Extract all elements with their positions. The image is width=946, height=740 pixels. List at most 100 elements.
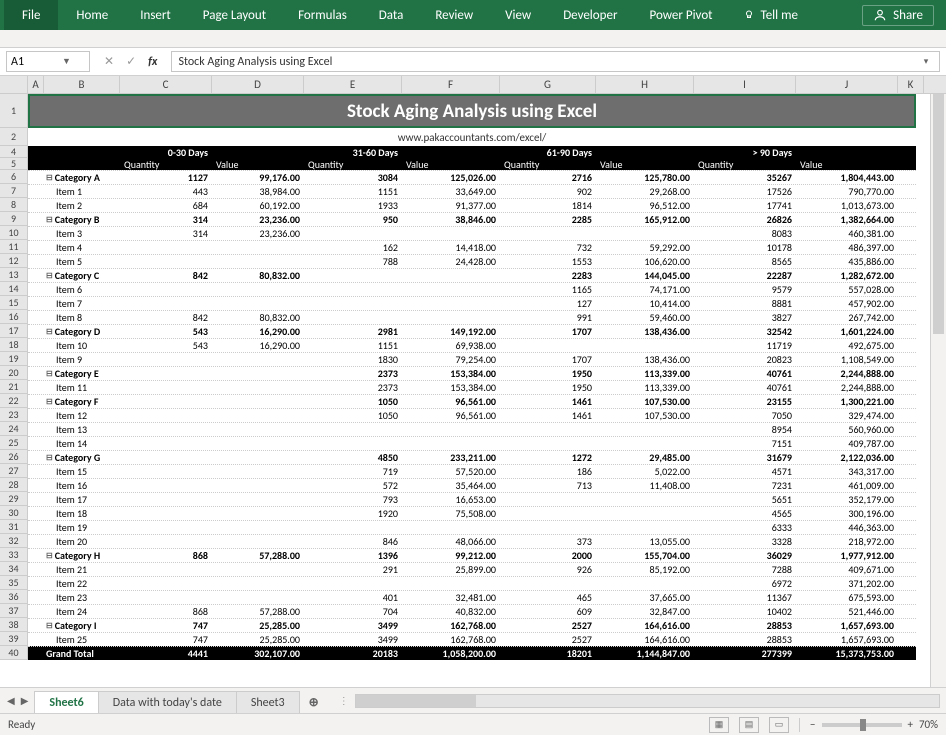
pivot-item-row[interactable]: Item 416214,418.0073259,292.0010178486,3… <box>28 240 916 254</box>
row-header[interactable]: 21 <box>0 380 28 394</box>
name-box[interactable]: A1 ▼ <box>6 51 90 72</box>
pivot-item-row[interactable]: Item 2129125,899.0092685,192.007288409,6… <box>28 562 916 576</box>
zoom-in-button[interactable]: + <box>908 718 913 731</box>
cells-area[interactable]: Stock Aging Analysis using Excel www.pak… <box>28 94 946 687</box>
row-header[interactable]: 28 <box>0 478 28 492</box>
row-header[interactable]: 5 <box>0 158 28 170</box>
zoom-out-button[interactable]: − <box>810 718 815 731</box>
select-all-corner[interactable] <box>0 76 28 93</box>
ribbon-tab-review[interactable]: Review <box>419 0 489 30</box>
row-header[interactable]: 40 <box>0 646 28 660</box>
row-header[interactable]: 16 <box>0 310 28 324</box>
col-header-H[interactable]: H <box>596 76 694 93</box>
row-header[interactable]: 38 <box>0 618 28 632</box>
row-header[interactable]: 22 <box>0 394 28 408</box>
row-header[interactable]: 23 <box>0 408 28 422</box>
row-header[interactable]: 12 <box>0 254 28 268</box>
vertical-scrollbar[interactable] <box>930 94 946 687</box>
col-header-G[interactable]: G <box>500 76 596 93</box>
view-page-break-button[interactable]: ▭ <box>769 717 789 733</box>
pivot-item-row[interactable]: Item 2084648,066.0037313,055.003328218,9… <box>28 534 916 548</box>
ribbon-tab-view[interactable]: View <box>489 0 547 30</box>
sheet-tab-add[interactable]: ⊕ <box>299 691 329 713</box>
col-header-F[interactable]: F <box>402 76 500 93</box>
pivot-item-row[interactable]: Item 6116574,171.009579557,028.00 <box>28 282 916 296</box>
view-normal-button[interactable]: ▦ <box>709 717 729 733</box>
pivot-category-row[interactable]: Category A112799,176.003084125,026.00271… <box>28 170 916 184</box>
scrollbar-thumb[interactable] <box>933 94 944 334</box>
row-header[interactable]: 30 <box>0 506 28 520</box>
col-header-C[interactable]: C <box>120 76 212 93</box>
pivot-item-row[interactable]: Item 147151409,787.00 <box>28 436 916 450</box>
row-header[interactable]: 25 <box>0 436 28 450</box>
row-header[interactable]: 36 <box>0 590 28 604</box>
pivot-item-row[interactable]: Item 9183079,254.001707138,436.00208231,… <box>28 352 916 366</box>
sheet-tab[interactable]: Data with today's date <box>98 691 237 713</box>
ribbon-tab-formulas[interactable]: Formulas <box>282 0 363 30</box>
col-header-B[interactable]: B <box>44 76 120 93</box>
pivot-item-row[interactable]: Item 12105096,561.001461107,530.00705032… <box>28 408 916 422</box>
pivot-item-row[interactable]: Item 196333446,363.00 <box>28 520 916 534</box>
col-header-J[interactable]: J <box>796 76 898 93</box>
row-header[interactable]: 2 <box>0 128 28 146</box>
pivot-item-row[interactable]: Item 1657235,464.0071311,408.007231461,0… <box>28 478 916 492</box>
chevron-down-icon[interactable]: ▾ <box>919 56 933 67</box>
row-header[interactable]: 9 <box>0 212 28 226</box>
row-header[interactable]: 7 <box>0 184 28 198</box>
pivot-item-row[interactable]: Item 2486857,288.0070440,832.0060932,847… <box>28 604 916 618</box>
row-header[interactable]: 6 <box>0 170 28 184</box>
row-header[interactable]: 29 <box>0 492 28 506</box>
col-header-I[interactable]: I <box>694 76 796 93</box>
row-header[interactable]: 35 <box>0 576 28 590</box>
row-header[interactable]: 20 <box>0 366 28 380</box>
row-header[interactable]: 8 <box>0 198 28 212</box>
pivot-category-row[interactable]: Category I74725,285.003499162,768.002527… <box>28 618 916 632</box>
row-header[interactable]: 1 <box>0 94 28 128</box>
row-header[interactable]: 31 <box>0 520 28 534</box>
tell-me-search[interactable]: Tell me <box>729 8 812 23</box>
slider-thumb[interactable] <box>860 719 866 731</box>
row-header[interactable]: 39 <box>0 632 28 646</box>
row-header[interactable]: 18 <box>0 338 28 352</box>
pivot-category-row[interactable]: Category F105096,561.001461107,530.00231… <box>28 394 916 408</box>
horizontal-scrollbar[interactable] <box>355 694 940 708</box>
sheet-nav-prev[interactable]: ◀ <box>4 694 18 707</box>
row-header[interactable]: 34 <box>0 562 28 576</box>
row-header[interactable]: 17 <box>0 324 28 338</box>
sheet-nav-next[interactable]: ▶ <box>18 694 32 707</box>
ribbon-tab-developer[interactable]: Developer <box>547 0 633 30</box>
ribbon-tab-file[interactable]: File <box>4 0 58 30</box>
pivot-table[interactable]: 0-30 Days 31-60 Days 61-90 Days > 90 Day… <box>28 146 916 660</box>
col-header-A[interactable]: A <box>28 76 44 93</box>
ribbon-tab-page-layout[interactable]: Page Layout <box>187 0 282 30</box>
row-header[interactable]: 24 <box>0 422 28 436</box>
row-header[interactable]: 19 <box>0 352 28 366</box>
ribbon-tab-insert[interactable]: Insert <box>124 0 187 30</box>
row-header[interactable]: 10 <box>0 226 28 240</box>
pivot-category-row[interactable]: Category H86857,288.00139699,212.0020001… <box>28 548 916 562</box>
pivot-item-row[interactable]: Item 1054316,290.00115169,938.0011719492… <box>28 338 916 352</box>
zoom-value[interactable]: 70% <box>919 718 938 731</box>
col-header-K[interactable]: K <box>898 76 924 93</box>
ribbon-tab-data[interactable]: Data <box>363 0 420 30</box>
pivot-category-row[interactable]: Category B31423,236.0095038,846.00228516… <box>28 212 916 226</box>
row-header[interactable]: 33 <box>0 548 28 562</box>
row-header[interactable]: 11 <box>0 240 28 254</box>
ribbon-tab-home[interactable]: Home <box>60 0 124 30</box>
row-header[interactable]: 13 <box>0 268 28 282</box>
fx-icon[interactable]: fx <box>148 55 157 69</box>
pivot-category-row[interactable]: Category E2373153,384.001950113,339.0040… <box>28 366 916 380</box>
pivot-category-row[interactable]: Category C84280,832.002283144,045.002228… <box>28 268 916 282</box>
share-button[interactable]: Share <box>862 5 934 26</box>
sheet-tab[interactable]: Sheet3 <box>236 691 300 713</box>
pivot-item-row[interactable]: Item 1571957,520.001865,022.004571343,31… <box>28 464 916 478</box>
chevron-down-icon[interactable]: ▼ <box>48 56 85 67</box>
pivot-item-row[interactable]: Item 2574725,285.003499162,768.002527164… <box>28 632 916 646</box>
row-header[interactable]: 37 <box>0 604 28 618</box>
pivot-category-row[interactable]: Category D54316,290.002981149,192.001707… <box>28 324 916 338</box>
scrollbar-thumb[interactable] <box>356 695 476 707</box>
sheet-tab-active[interactable]: Sheet6 <box>34 691 98 713</box>
pivot-item-row[interactable]: Item 578824,428.001553106,620.008565435,… <box>28 254 916 268</box>
pivot-item-row[interactable]: Item 138954560,960.00 <box>28 422 916 436</box>
pivot-item-row[interactable]: Item 226972371,202.00 <box>28 576 916 590</box>
